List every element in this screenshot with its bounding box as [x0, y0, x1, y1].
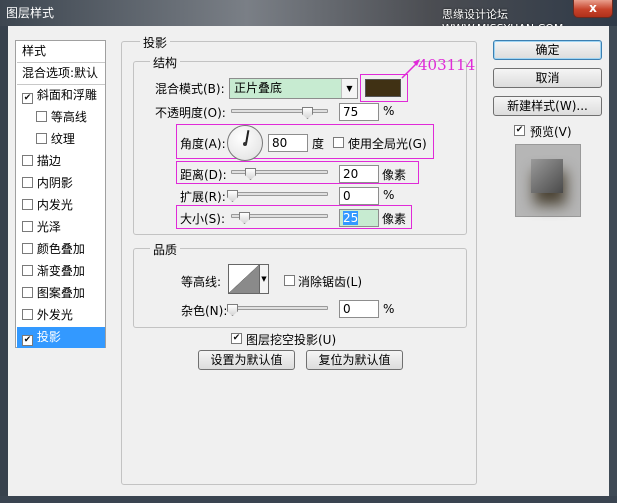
sidebar-item-label: 斜面和浮雕 — [36, 88, 97, 102]
sidebar-item-gradient-overlay[interactable]: 渐变叠加 — [17, 261, 105, 282]
preview-label: 预览(V) — [530, 125, 572, 139]
noise-label: 杂色(N): — [181, 304, 228, 318]
preview-checkbox[interactable]: ✔ — [514, 125, 525, 136]
global-light-label: 使用全局光(G) — [348, 137, 427, 151]
angle-dial[interactable] — [227, 125, 263, 161]
knockout-checkbox[interactable]: ✔ — [231, 333, 242, 344]
new-style-button[interactable]: 新建样式(W)... — [493, 96, 602, 116]
bevel-emboss-checkbox[interactable]: ✔ — [22, 93, 33, 104]
sidebar-item-outer-glow[interactable]: 外发光 — [17, 305, 105, 326]
ok-button[interactable]: 确定 — [493, 40, 602, 60]
drop-shadow-title: 投影 — [140, 34, 171, 51]
sidebar-item-satin[interactable]: 光泽 — [17, 217, 105, 238]
sidebar-item-color-overlay[interactable]: 颜色叠加 — [17, 239, 105, 260]
size-input[interactable]: 25 — [339, 209, 379, 227]
chevron-down-icon[interactable]: ▼ — [259, 264, 269, 294]
knockout-label: 图层挖空投影(U) — [246, 333, 337, 347]
chevron-down-icon: ▼ — [341, 79, 357, 98]
structure-title: 结构 — [150, 54, 181, 71]
style-preview-thumbnail — [515, 144, 581, 217]
styles-header[interactable]: 样式 — [17, 41, 105, 62]
size-unit: 像素 — [382, 212, 407, 226]
styles-list: 样式 混合选项:默认 ✔ 斜面和浮雕 等高线 纹理 描边 内阴影 内发光 光泽 … — [15, 40, 106, 348]
sidebar-item-label: 投影 — [36, 330, 61, 344]
blending-options-item[interactable]: 混合选项:默认 — [17, 63, 105, 84]
sidebar-item-label: 内发光 — [36, 198, 73, 212]
blending-options-label: 混合选项:默认 — [22, 66, 99, 80]
opacity-slider-track[interactable] — [231, 109, 328, 113]
sidebar-item-stroke[interactable]: 描边 — [17, 151, 105, 172]
sidebar-item-label: 图案叠加 — [36, 286, 85, 300]
preview-swatch — [531, 159, 563, 193]
spread-input[interactable]: 0 — [339, 187, 379, 205]
blend-mode-value: 正片叠底 — [234, 81, 283, 95]
angle-input[interactable]: 80 — [268, 134, 308, 152]
sidebar-item-pattern-overlay[interactable]: 图案叠加 — [17, 283, 105, 304]
contour-picker[interactable] — [228, 264, 260, 294]
sidebar-item-label: 描边 — [36, 154, 61, 168]
spread-unit: % — [383, 188, 395, 202]
noise-unit: % — [383, 302, 395, 316]
sidebar-item-drop-shadow[interactable]: ✔ 投影 — [17, 327, 105, 348]
blend-mode-select[interactable]: 正片叠底 ▼ — [229, 78, 358, 99]
sidebar-item-label: 渐变叠加 — [36, 264, 85, 278]
sidebar-item-bevel-emboss[interactable]: ✔ 斜面和浮雕 — [17, 85, 105, 106]
angle-unit: 度 — [312, 137, 325, 151]
antialias-checkbox[interactable] — [284, 275, 295, 286]
make-default-button[interactable]: 设置为默认值 — [198, 350, 295, 370]
global-light-checkbox[interactable] — [333, 137, 344, 148]
window-title: 图层样式 — [6, 6, 55, 20]
sidebar-item-label: 外发光 — [36, 308, 73, 322]
opacity-label: 不透明度(O): — [155, 106, 226, 120]
sidebar-item-label: 纹理 — [50, 132, 75, 146]
distance-input[interactable]: 20 — [339, 165, 379, 183]
window-bottom-frame — [0, 496, 617, 503]
outer-glow-checkbox[interactable] — [22, 309, 33, 320]
stroke-checkbox[interactable] — [22, 155, 33, 166]
inner-shadow-checkbox[interactable] — [22, 177, 33, 188]
size-label: 大小(S): — [180, 212, 226, 226]
sidebar-item-contour[interactable]: 等高线 — [17, 107, 105, 128]
opacity-unit: % — [383, 104, 395, 118]
satin-checkbox[interactable] — [22, 221, 33, 232]
angle-label: 角度(A): — [180, 137, 226, 151]
drop-shadow-checkbox[interactable]: ✔ — [22, 335, 33, 346]
gradient-overlay-checkbox[interactable] — [22, 265, 33, 276]
sidebar-item-label: 等高线 — [50, 110, 87, 124]
texture-checkbox[interactable] — [36, 133, 47, 144]
sidebar-item-label: 光泽 — [36, 220, 61, 234]
angle-dial-center — [243, 142, 247, 146]
size-value: 25 — [343, 211, 359, 225]
blend-mode-label: 混合模式(B): — [155, 82, 225, 96]
shadow-color-swatch[interactable] — [365, 79, 401, 97]
pattern-overlay-checkbox[interactable] — [22, 287, 33, 298]
sidebar-item-texture[interactable]: 纹理 — [17, 129, 105, 150]
color-annotation: 403114 — [418, 56, 476, 74]
noise-input[interactable]: 0 — [339, 300, 379, 318]
distance-unit: 像素 — [382, 168, 407, 182]
sidebar-item-label: 颜色叠加 — [36, 242, 85, 256]
sidebar-item-inner-glow[interactable]: 内发光 — [17, 195, 105, 216]
contour-label: 等高线: — [181, 275, 222, 289]
distance-label: 距离(D): — [180, 168, 227, 182]
sidebar-item-label: 内阴影 — [36, 176, 73, 190]
inner-glow-checkbox[interactable] — [22, 199, 33, 210]
cancel-button[interactable]: 取消 — [493, 68, 602, 88]
reset-default-button[interactable]: 复位为默认值 — [306, 350, 403, 370]
close-button[interactable]: x — [573, 0, 613, 18]
title-bar[interactable]: 图层样式 思缘设计论坛 WWW.MISSYUAN.COM x — [0, 0, 617, 35]
styles-header-label: 样式 — [22, 44, 47, 58]
contour-checkbox[interactable] — [36, 111, 47, 122]
quality-title: 品质 — [150, 241, 181, 258]
antialias-label: 消除锯齿(L) — [298, 275, 363, 289]
sidebar-item-inner-shadow[interactable]: 内阴影 — [17, 173, 105, 194]
spread-label: 扩展(R): — [180, 190, 226, 204]
color-overlay-checkbox[interactable] — [22, 243, 33, 254]
noise-slider-track[interactable] — [231, 306, 328, 310]
spread-slider-track[interactable] — [231, 192, 328, 196]
opacity-input[interactable]: 75 — [339, 103, 379, 121]
